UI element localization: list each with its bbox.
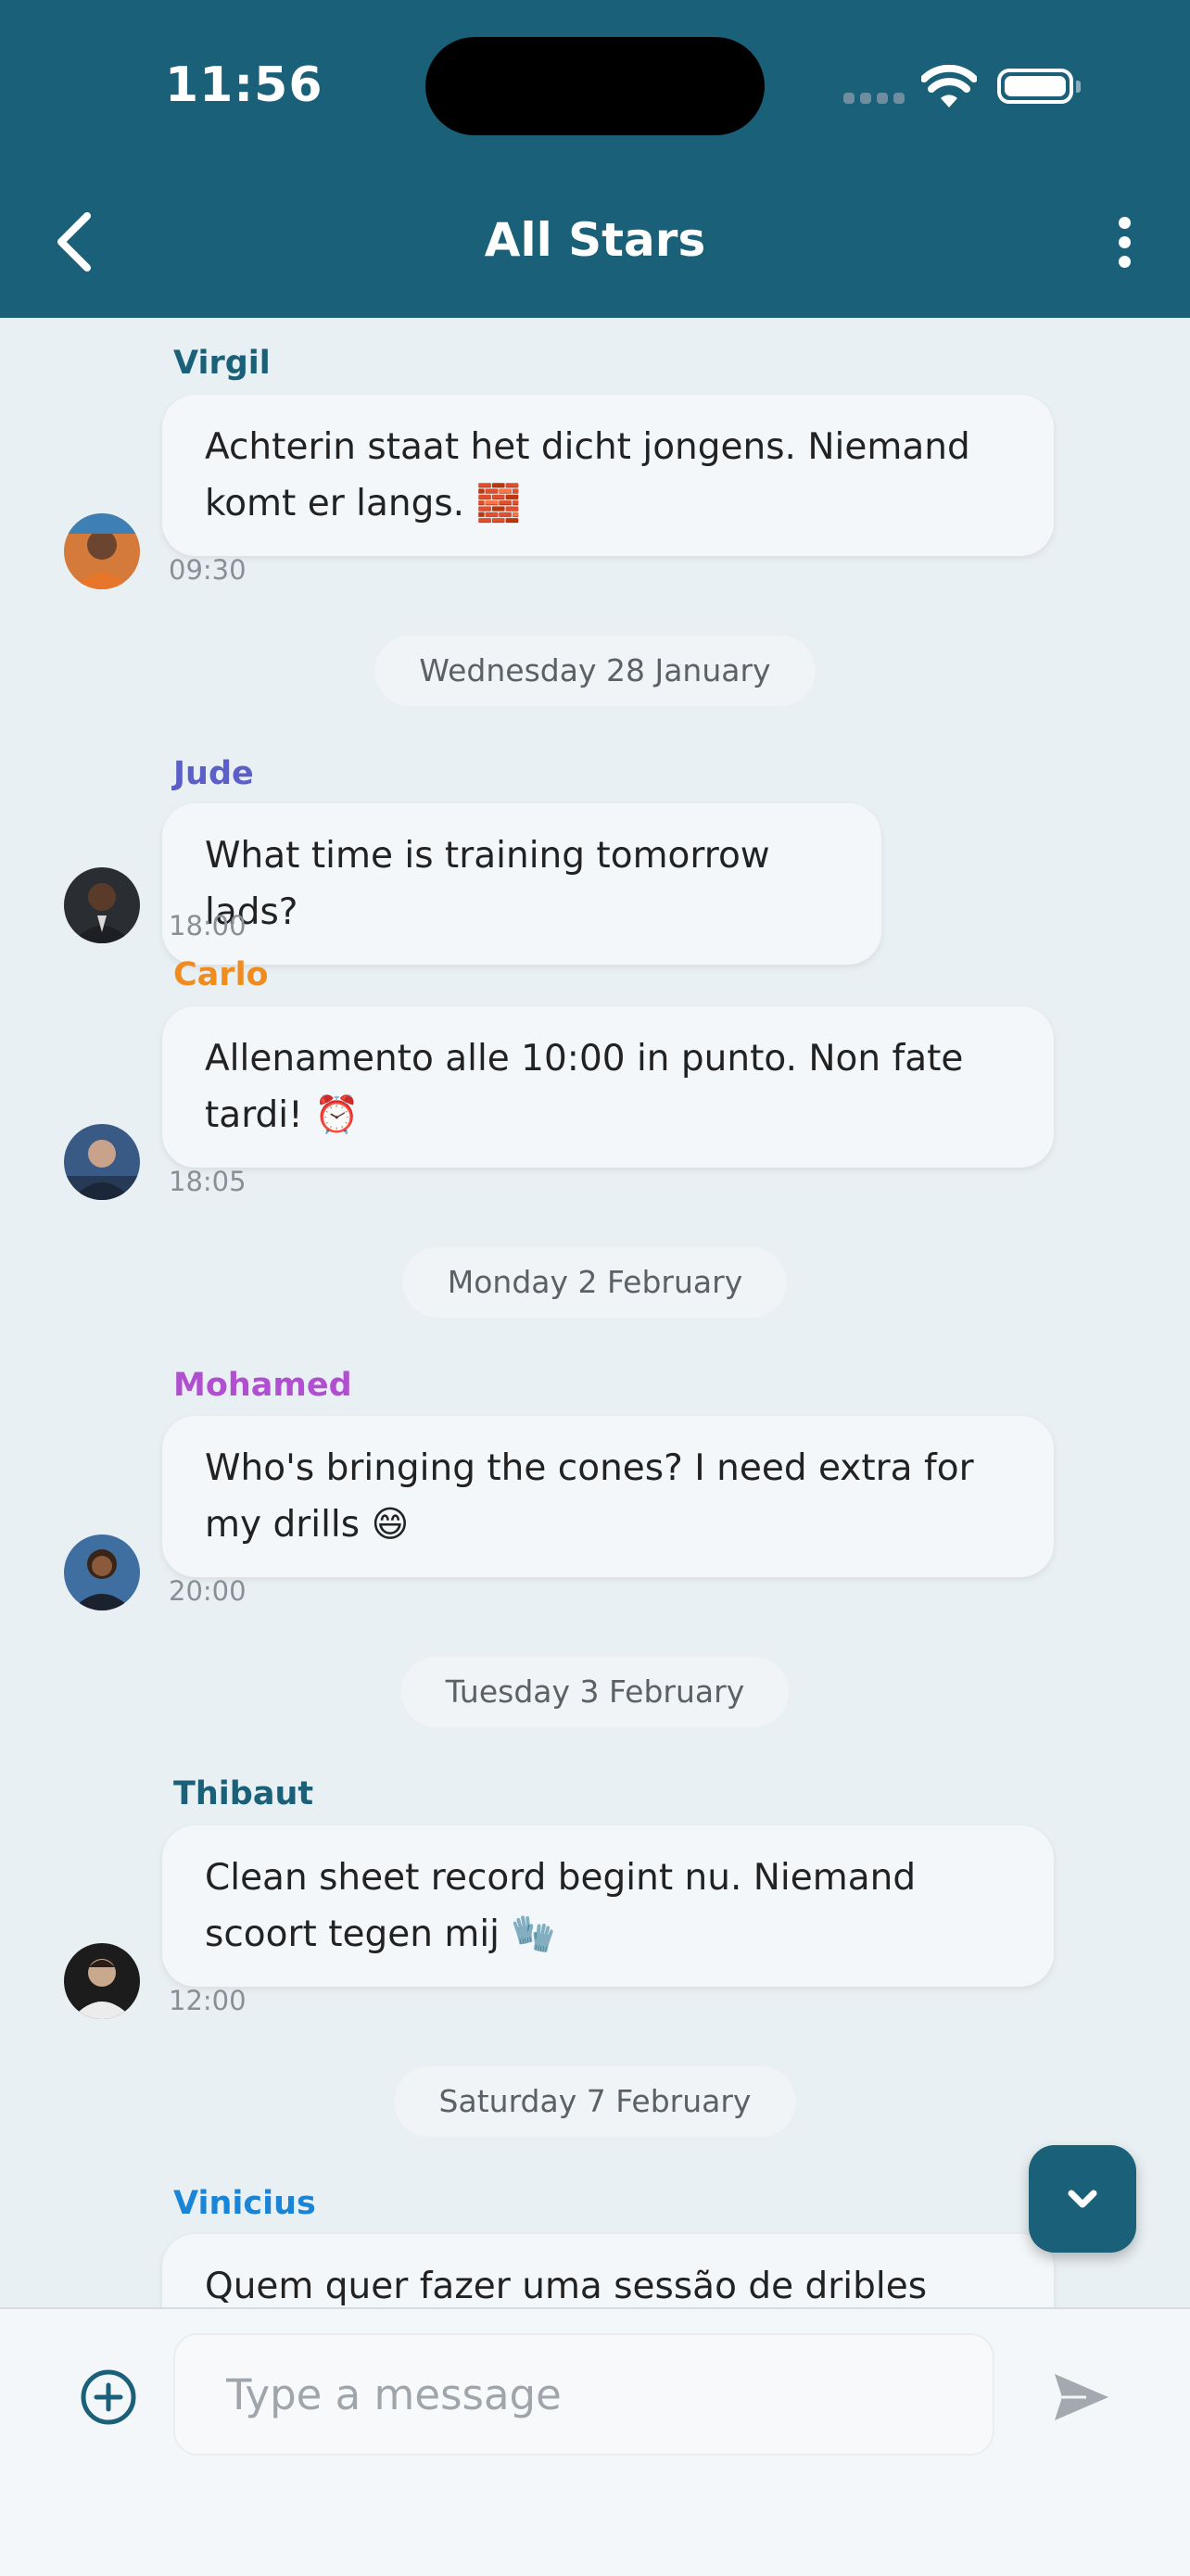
message-text: Quem quer fazer uma sessão de dribles de… [205, 2266, 928, 2307]
chevron-down-icon [1068, 2190, 1097, 2208]
message-bubble[interactable]: Quem quer fazer uma sessão de dribles de… [162, 2234, 1054, 2307]
message-input[interactable] [173, 2333, 994, 2456]
scroll-to-bottom-button[interactable] [1029, 2145, 1136, 2253]
attach-button[interactable] [80, 2368, 137, 2426]
message-sender: Vinicius [173, 2185, 316, 2222]
message-composer [0, 2307, 1190, 2576]
message-group: Vinicius Quem quer fazer uma sessão de d… [0, 0, 1190, 2307]
send-button[interactable] [1049, 2365, 1114, 2430]
